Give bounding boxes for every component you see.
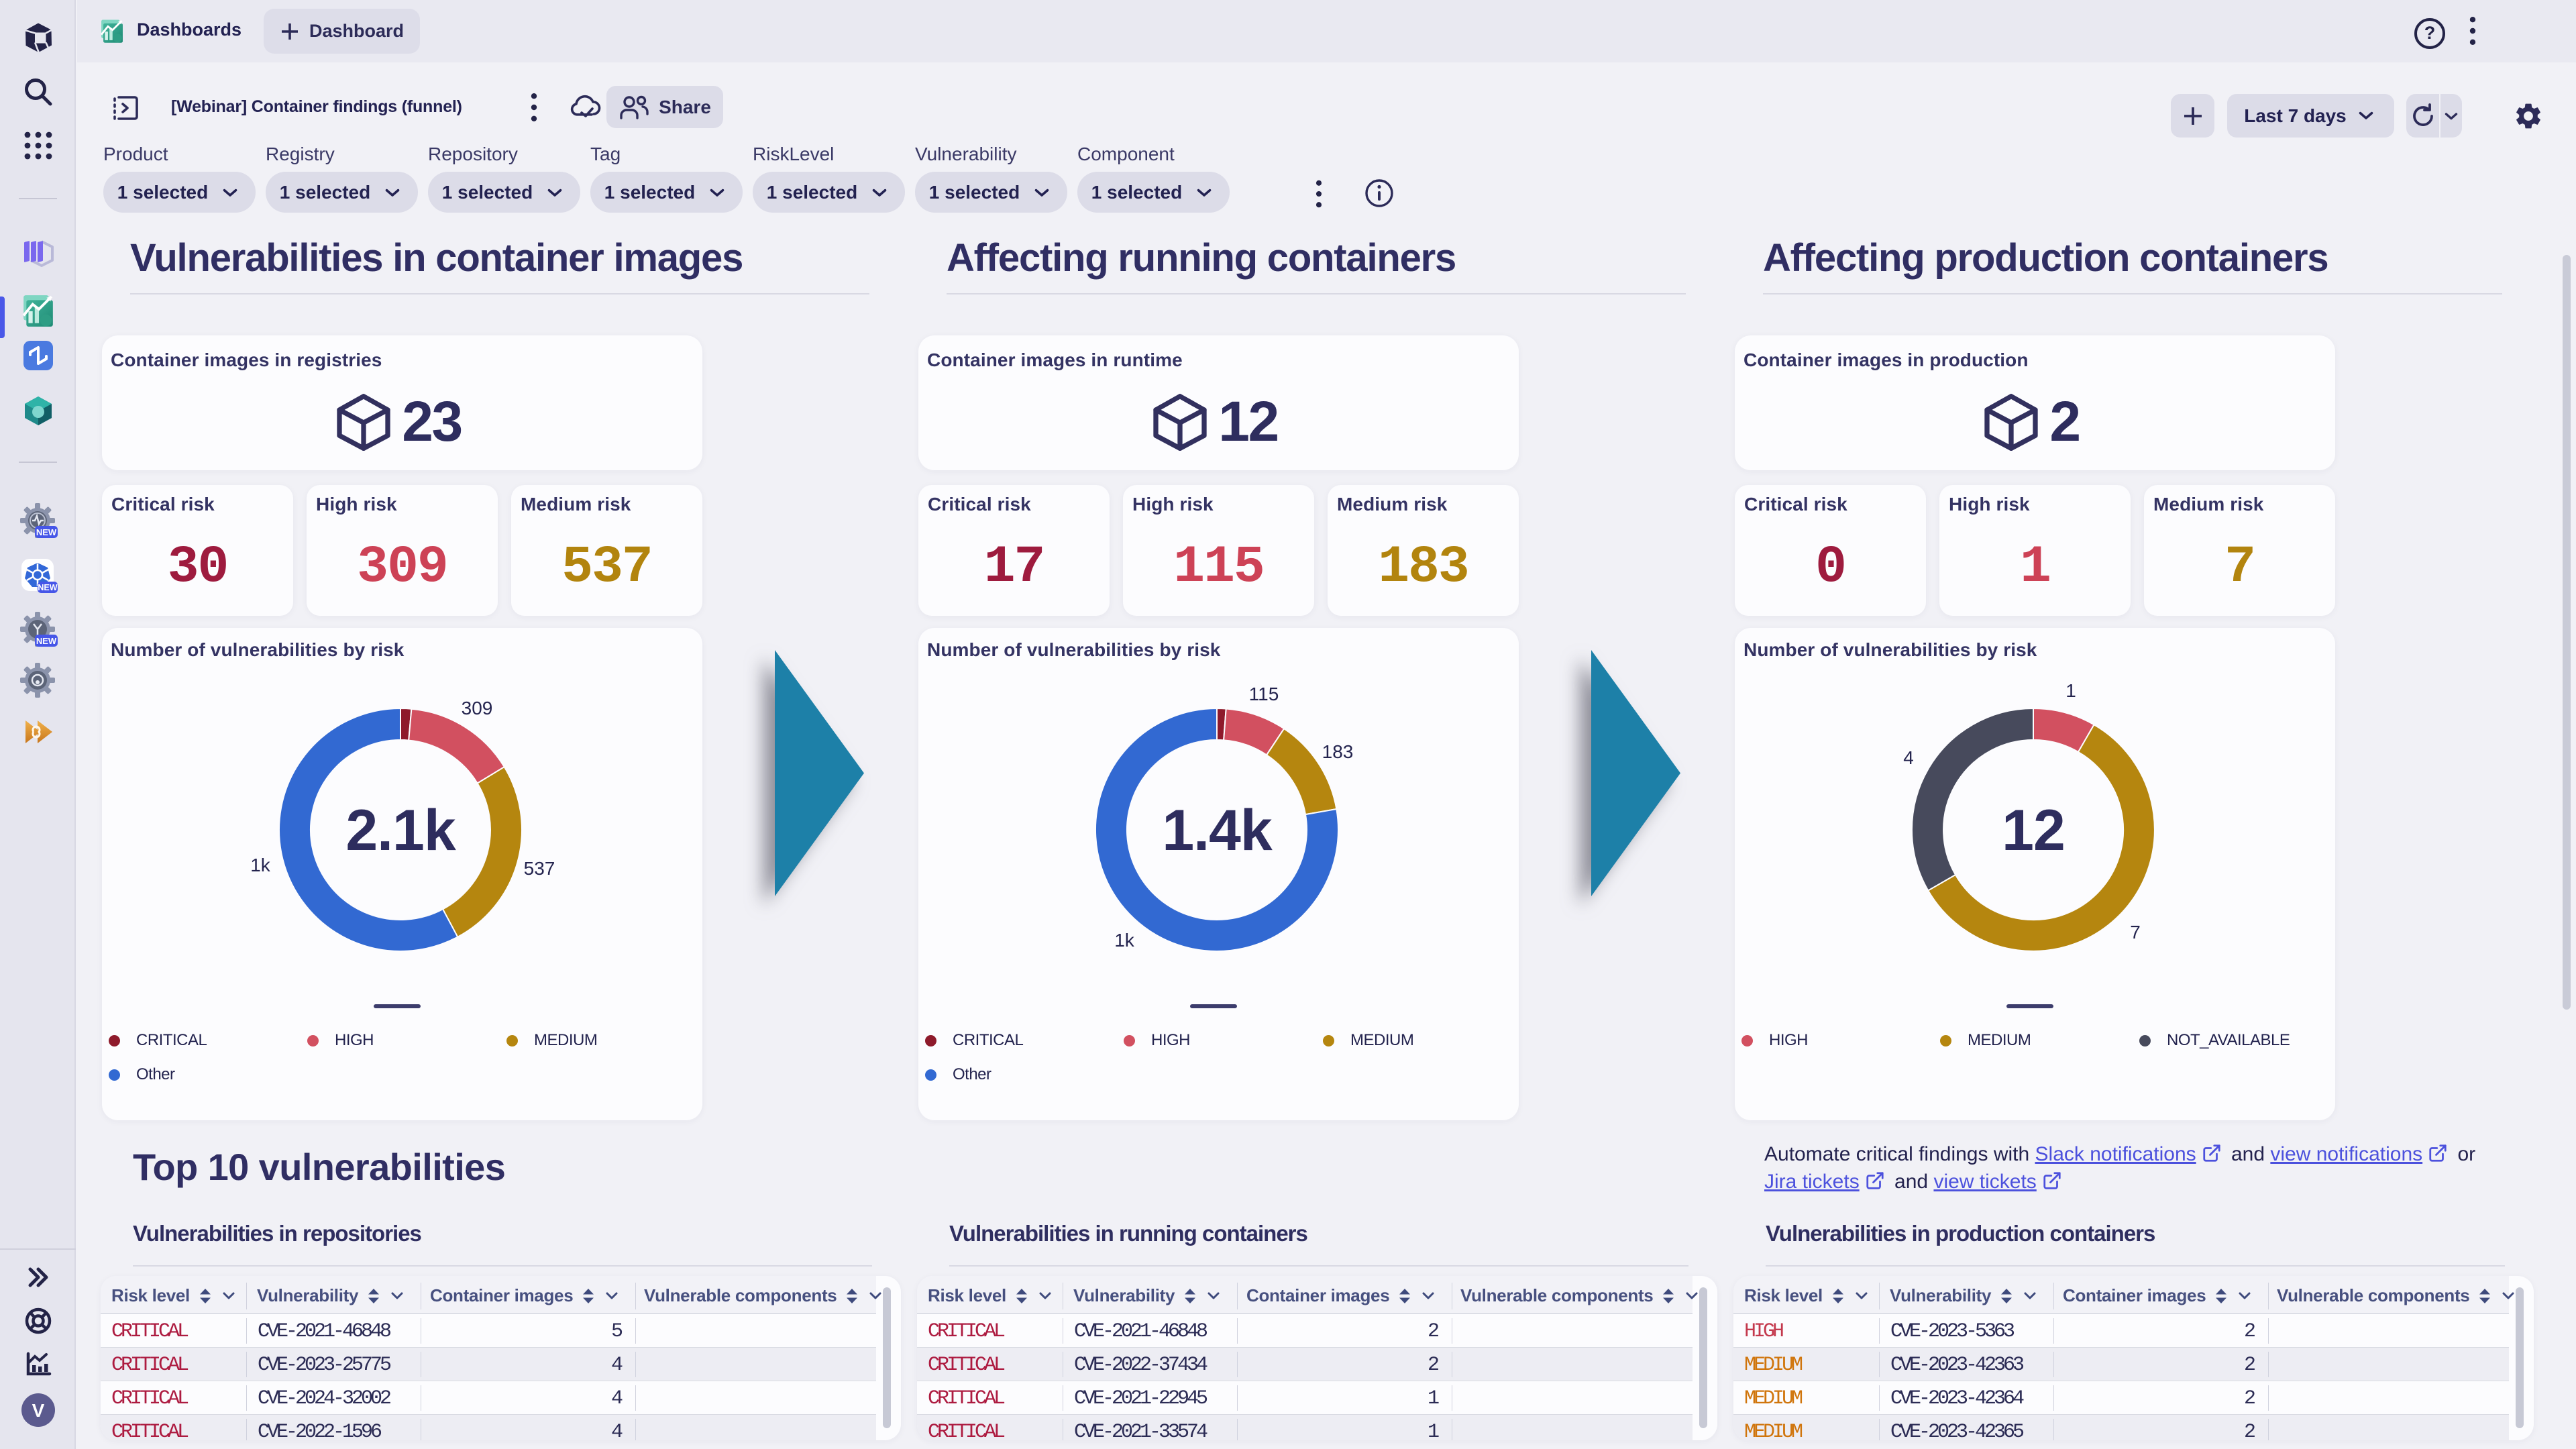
- svg-text:4: 4: [1903, 747, 1914, 768]
- svg-text:183: 183: [1322, 741, 1354, 762]
- svg-text:1k: 1k: [250, 855, 271, 875]
- svg-text:NEW: NEW: [36, 636, 57, 646]
- svg-text:NEW: NEW: [36, 527, 57, 537]
- svg-text:2.1k: 2.1k: [345, 798, 456, 863]
- svg-text:V: V: [32, 1400, 45, 1421]
- svg-text:309: 309: [462, 698, 493, 718]
- svg-text:1: 1: [2065, 680, 2076, 701]
- svg-text:?: ?: [2424, 23, 2436, 43]
- svg-text:537: 537: [524, 858, 555, 879]
- svg-text:NEW: NEW: [38, 583, 57, 592]
- svg-text:1k: 1k: [1114, 930, 1135, 951]
- svg-text:115: 115: [1249, 684, 1279, 704]
- svg-text:1.4k: 1.4k: [1162, 798, 1273, 863]
- svg-text:12: 12: [2002, 798, 2065, 863]
- svg-text:7: 7: [2130, 922, 2141, 943]
